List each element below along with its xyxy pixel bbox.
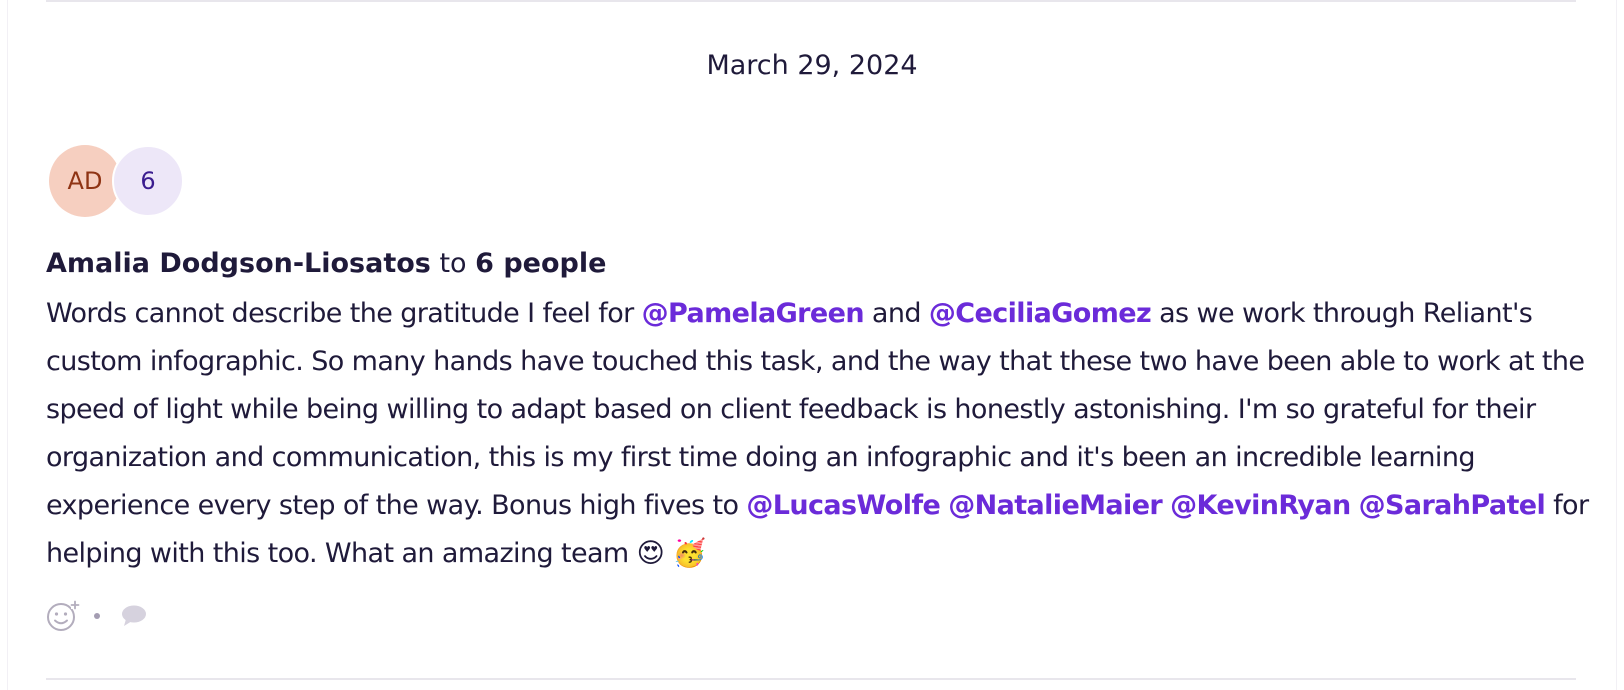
to-label: to [439, 248, 467, 279]
divider-bottom [46, 678, 1576, 680]
mention-sarah-patel[interactable]: @SarahPatel [1359, 490, 1546, 521]
add-reaction-icon[interactable] [46, 599, 80, 633]
divider-top [46, 0, 1576, 2]
post-date: March 29, 2024 [706, 50, 918, 81]
comment-icon[interactable] [120, 604, 148, 628]
message-text: Words cannot describe the gratitude I fe… [46, 298, 642, 329]
message-space [665, 538, 673, 569]
post-message: Words cannot describe the gratitude I fe… [46, 290, 1596, 578]
party-face-emoji: 🥳 [672, 538, 707, 569]
recipients-link[interactable]: 6 people [475, 248, 606, 279]
post-actions [46, 598, 148, 634]
message-text: and [863, 298, 929, 329]
mention-kevin-ryan[interactable]: @KevinRyan [1170, 490, 1351, 521]
mention-cecilia-gomez[interactable]: @CeciliaGomez [929, 298, 1152, 329]
sender-name[interactable]: Amalia Dodgson-Liosatos [46, 248, 431, 279]
heart-eyes-emoji: 😍 [636, 538, 665, 569]
separator-dot [94, 613, 100, 619]
mention-pamela-green[interactable]: @PamelaGreen [642, 298, 865, 329]
sender-avatar[interactable]: AD [49, 145, 121, 217]
post-avatars: AD 6 [49, 145, 249, 217]
message-space [940, 490, 948, 521]
message-space [1162, 490, 1170, 521]
mention-lucas-wolfe[interactable]: @LucasWolfe [746, 490, 940, 521]
message-space [1351, 490, 1359, 521]
post-header: Amalia Dodgson-Liosatos to 6 people [46, 243, 606, 285]
mention-natalie-maier[interactable]: @NatalieMaier [948, 490, 1163, 521]
recipients-avatar[interactable]: 6 [112, 145, 184, 217]
message-text: as we work through Reliant's custom info… [46, 298, 1585, 521]
